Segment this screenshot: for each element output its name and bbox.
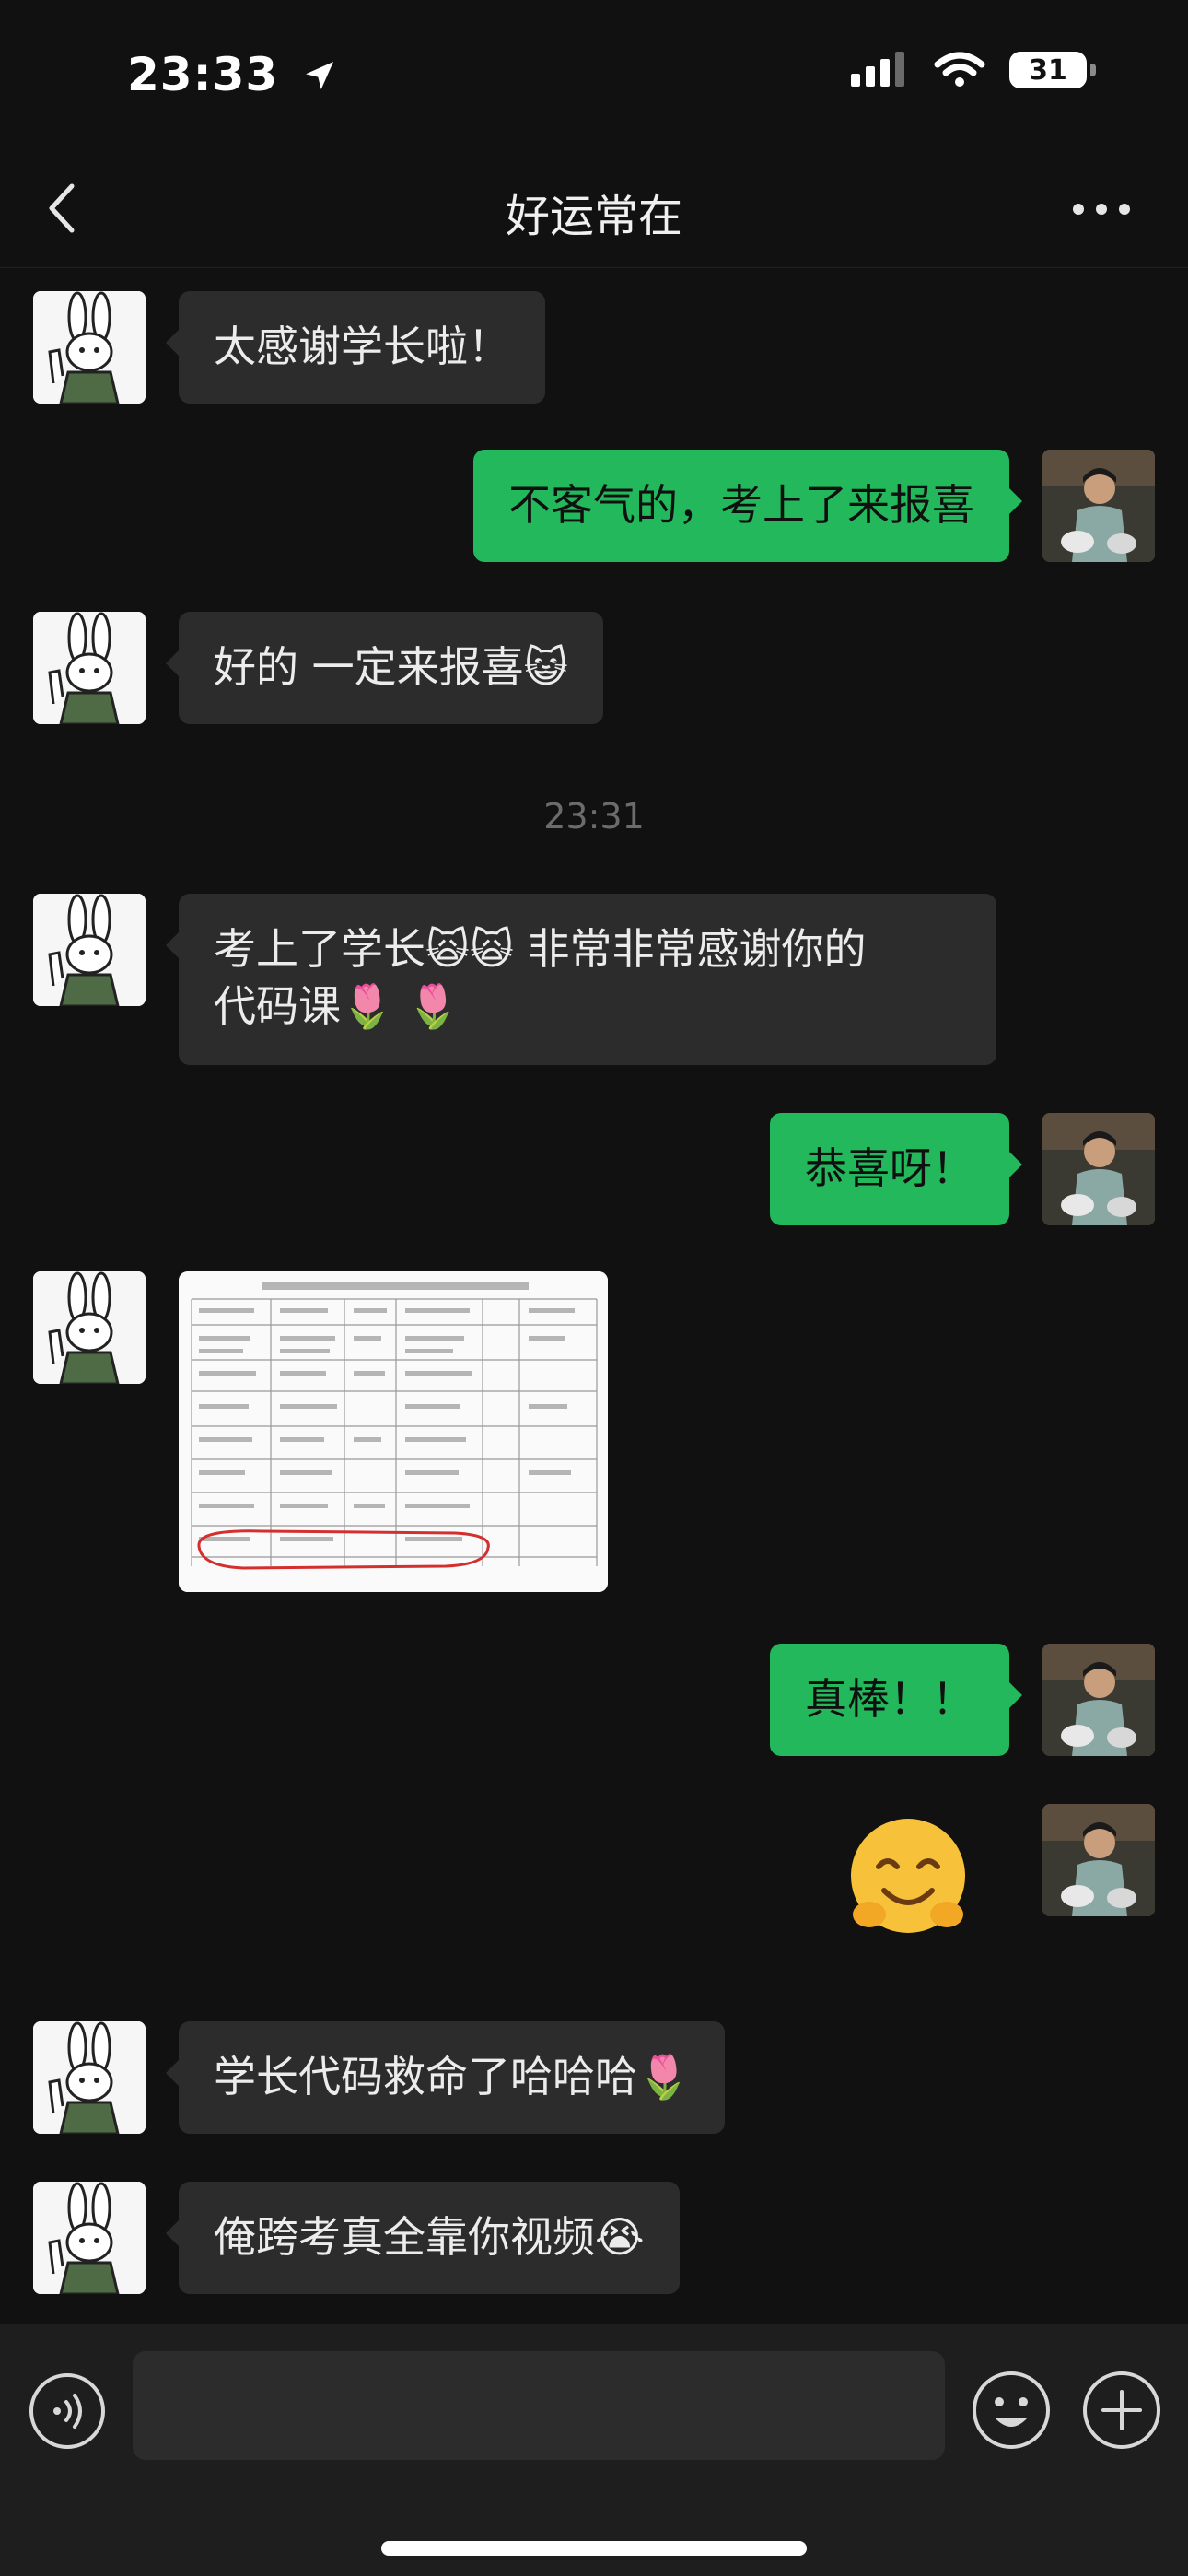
contact-avatar[interactable]: [33, 2182, 146, 2294]
message-bubble-incoming[interactable]: 学长代码救命了哈哈哈🌷: [165, 2021, 726, 2134]
home-indicator[interactable]: [381, 2541, 807, 2556]
message-bubble-outgoing[interactable]: 恭喜呀！: [770, 1113, 1022, 1225]
message-bubble-incoming[interactable]: 俺跨考真全靠你视频😭: [166, 2182, 680, 2294]
cat-emoji: 🙀🙀: [425, 924, 514, 974]
message-text: 不客气的，考上了来报喜: [508, 480, 974, 530]
tulip-emoji: 🌷 🌷: [341, 981, 460, 1031]
tulip-emoji: 🌷: [637, 2052, 691, 2102]
chat-title: 好运常在: [505, 191, 682, 242]
contact-avatar[interactable]: [33, 894, 146, 1006]
message-bubble-incoming[interactable]: 考上了学长🙀🙀 非常非常感谢你的 代码课🌷 🌷: [166, 894, 996, 1065]
contact-avatar[interactable]: [33, 291, 146, 404]
score-table-image: [179, 1271, 608, 1592]
message-text-line: 代码课🌷 🌷: [214, 981, 460, 1031]
contact-avatar[interactable]: [33, 1271, 146, 1384]
message-text: 恭喜呀！: [805, 1143, 974, 1193]
message-text: 学长代码救命了哈哈哈: [214, 2052, 637, 2102]
voice-icon[interactable]: [28, 2371, 107, 2451]
message-bubble-incoming[interactable]: 好的 一定来报喜😺: [166, 612, 603, 724]
my-avatar[interactable]: [1042, 450, 1155, 562]
my-avatar[interactable]: [1042, 1644, 1155, 1756]
image-message[interactable]: [179, 1271, 608, 1592]
cat-emoji: 😺: [523, 642, 568, 692]
more-icon[interactable]: [1072, 203, 1131, 216]
status-time: 23:33: [127, 48, 338, 101]
message-bubble-incoming[interactable]: 太感谢学长啦！: [166, 291, 545, 404]
message-bubble-outgoing[interactable]: 真棒！！: [770, 1644, 1022, 1756]
contact-avatar[interactable]: [33, 2021, 146, 2134]
message-input[interactable]: [133, 2351, 945, 2460]
message-bubble-outgoing[interactable]: 不客气的，考上了来报喜: [473, 450, 1022, 562]
message-timestamp: 23:31: [543, 796, 645, 837]
message-text: 好的 一定来报喜: [214, 642, 524, 692]
cellular-signal-icon: [851, 52, 904, 87]
message-text: 真棒！！: [805, 1674, 974, 1724]
message-text: 俺跨考真全靠你视频: [214, 2212, 595, 2262]
battery-indicator: 31: [1009, 52, 1096, 88]
message-text-line: 考上了学长🙀🙀 非常非常感谢你的: [214, 924, 867, 974]
hug-smiley-sticker[interactable]: [844, 1813, 973, 1942]
message-text: 太感谢学长啦！: [214, 322, 510, 371]
contact-avatar[interactable]: [33, 612, 146, 724]
status-icons: 31: [851, 52, 1096, 88]
my-avatar[interactable]: [1042, 1804, 1155, 1916]
location-arrow-icon: [305, 62, 333, 89]
crying-emoji: 😭: [595, 2212, 645, 2262]
emoji-icon[interactable]: [971, 2370, 1052, 2451]
plus-icon[interactable]: [1081, 2370, 1162, 2451]
wifi-icon: [934, 52, 985, 87]
my-avatar[interactable]: [1042, 1113, 1155, 1225]
